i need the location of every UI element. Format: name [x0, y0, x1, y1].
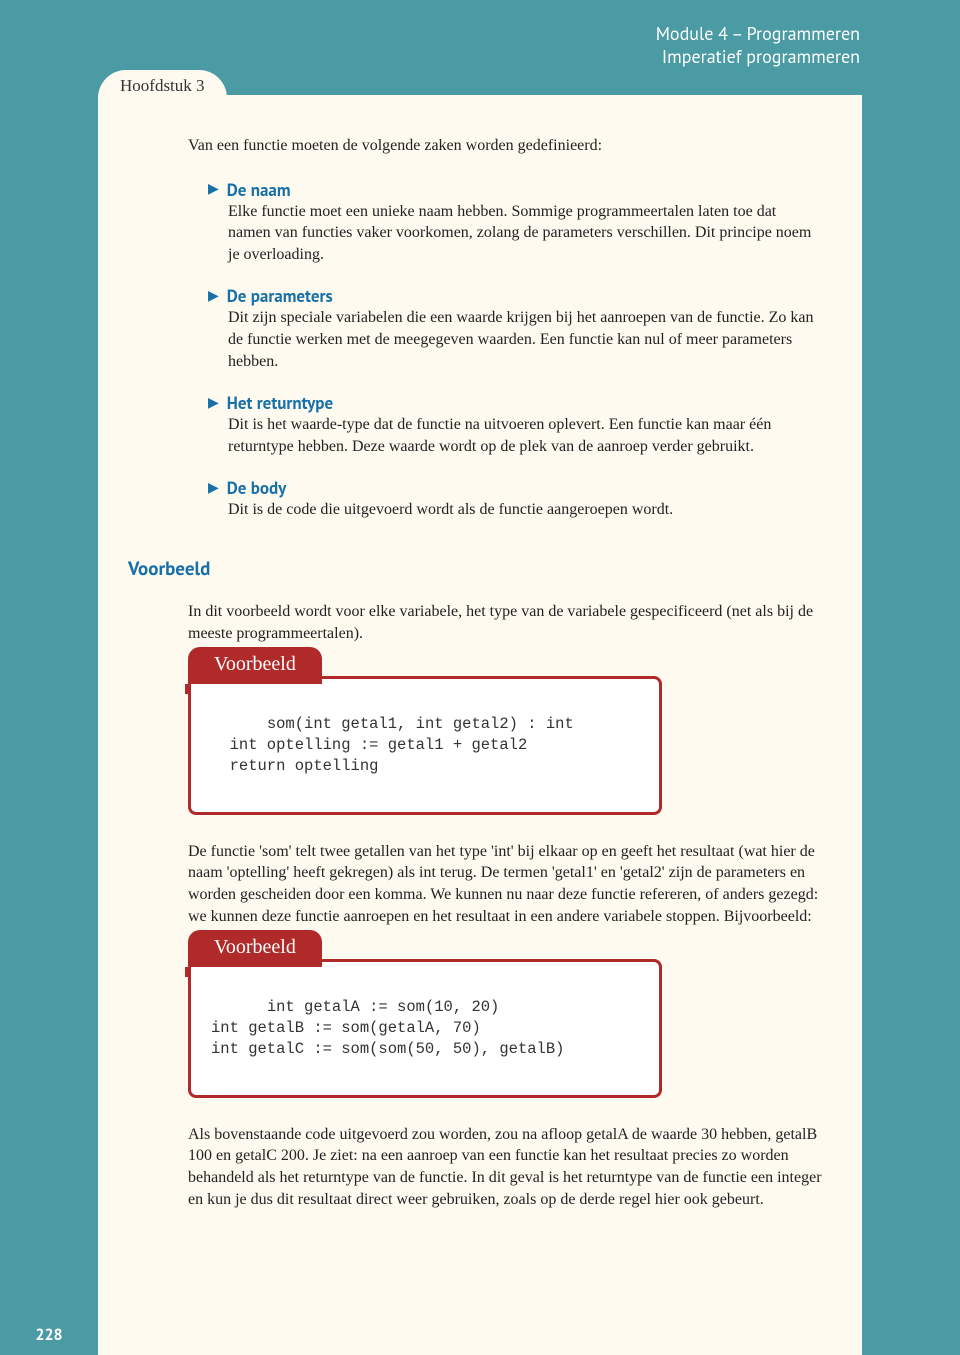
intro-text: Van een functie moeten de volgende zaken…	[188, 135, 822, 157]
def-item-naam: ▶ De naam Elke functie moet een unieke n…	[208, 179, 822, 266]
left-margin-strip	[0, 95, 98, 1355]
page-number: 228	[0, 1315, 98, 1355]
def-body: Dit is het waarde-type dat de functie na…	[228, 414, 822, 457]
header-text: Module 4 – Programmeren Imperatief progr…	[656, 22, 860, 69]
right-margin-strip	[862, 95, 960, 1355]
def-title: De naam	[227, 179, 291, 201]
triangle-icon: ▶	[208, 395, 219, 412]
module-line: Module 4 – Programmeren	[656, 22, 860, 45]
example-tab: Voorbeeld	[188, 647, 322, 684]
triangle-icon: ▶	[208, 480, 219, 497]
example-code: int getalA := som(10, 20) int getalB := …	[211, 998, 564, 1058]
def-title: De parameters	[227, 285, 333, 307]
def-title: Het returntype	[227, 392, 333, 414]
para-after-ex1: De functie 'som' telt twee getallen van …	[188, 841, 822, 927]
example-box-2: Voorbeeldint getalA := som(10, 20) int g…	[188, 959, 662, 1098]
def-item-returntype: ▶ Het returntype Dit is het waarde-type …	[208, 392, 822, 457]
topic-line: Imperatief programmeren	[656, 45, 860, 68]
example-box-1: Voorbeeldsom(int getal1, int getal2) : i…	[188, 676, 662, 815]
def-body: Dit zijn speciale variabelen die een waa…	[228, 307, 822, 372]
def-title: De body	[227, 477, 286, 499]
definition-list: ▶ De naam Elke functie moet een unieke n…	[208, 179, 822, 521]
example-code: som(int getal1, int getal2) : int int op…	[211, 715, 574, 775]
example-tab: Voorbeeld	[188, 930, 322, 967]
triangle-icon: ▶	[208, 181, 219, 198]
example-intro: In dit voorbeeld wordt voor elke variabe…	[188, 601, 822, 644]
triangle-icon: ▶	[208, 288, 219, 305]
page-body: Van een functie moeten de volgende zaken…	[98, 95, 862, 1355]
def-item-parameters: ▶ De parameters Dit zijn speciale variab…	[208, 285, 822, 372]
para-after-ex2: Als bovenstaande code uitgevoerd zou wor…	[188, 1124, 822, 1210]
def-body: Elke functie moet een unieke naam hebben…	[228, 201, 822, 266]
def-item-body: ▶ De body Dit is de code die uitgevoerd …	[208, 477, 822, 521]
section-title-voorbeeld: Voorbeeld	[128, 557, 822, 581]
def-body: Dit is de code die uitgevoerd wordt als …	[228, 499, 822, 521]
chapter-tab: Hoofdstuk 3	[98, 70, 227, 114]
